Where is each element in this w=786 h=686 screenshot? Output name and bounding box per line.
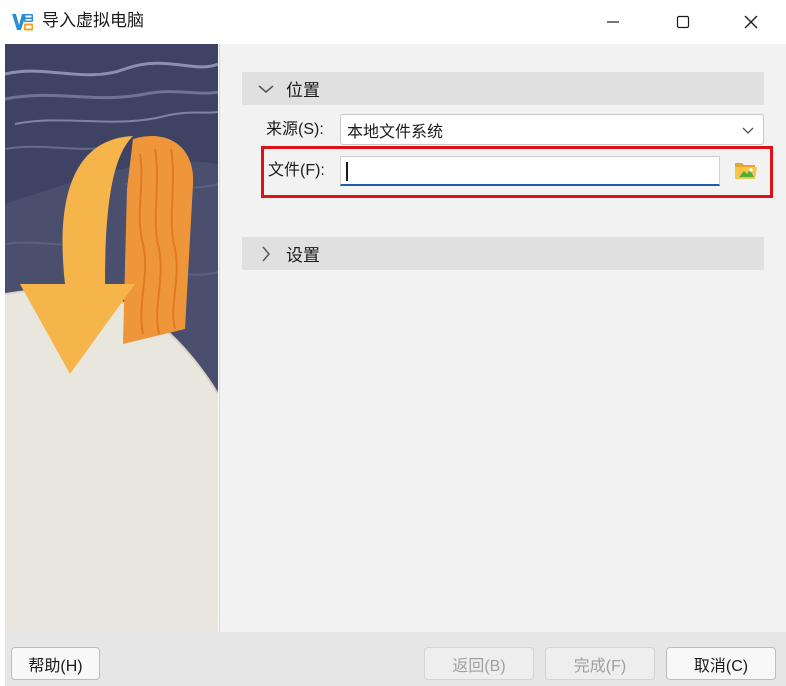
folder-open-icon [735,163,757,179]
finish-button[interactable]: 完成(F) [545,647,655,680]
wizard-content: 位置 来源(S): 本地文件系统 文件(F): 设置 [219,44,786,632]
source-label: 来源(S): [266,121,324,138]
section-settings-header[interactable]: 设置 [242,237,764,270]
minimize-icon [607,21,619,23]
title-bar: 导入虚拟电脑 [0,0,786,44]
window-title: 导入虚拟电脑 [42,11,144,30]
browse-file-button[interactable] [732,156,760,184]
source-select[interactable]: 本地文件系统 [340,114,764,145]
wizard-footer: 帮助(H) 返回(B) 完成(F) 取消(C) [5,632,786,686]
section-location-label: 位置 [286,81,320,100]
chevron-down-icon [741,123,755,137]
file-label: 文件(F): [268,162,325,179]
close-button[interactable] [716,0,786,44]
text-caret [346,162,348,181]
back-button[interactable]: 返回(B) [424,647,534,680]
help-button[interactable]: 帮助(H) [11,647,100,680]
file-path-input[interactable] [340,156,720,186]
maximize-icon [676,15,690,29]
chevron-down-icon [252,72,280,105]
maximize-button[interactable] [648,0,718,44]
wizard-illustration [5,44,218,632]
chevron-right-icon [252,237,280,270]
section-location-header[interactable]: 位置 [242,72,764,105]
source-select-value: 本地文件系统 [347,123,444,141]
virtualbox-icon [10,10,34,34]
section-settings-label: 设置 [286,246,320,265]
close-icon [744,15,758,29]
cancel-button[interactable]: 取消(C) [666,647,776,680]
minimize-button[interactable] [578,0,648,44]
